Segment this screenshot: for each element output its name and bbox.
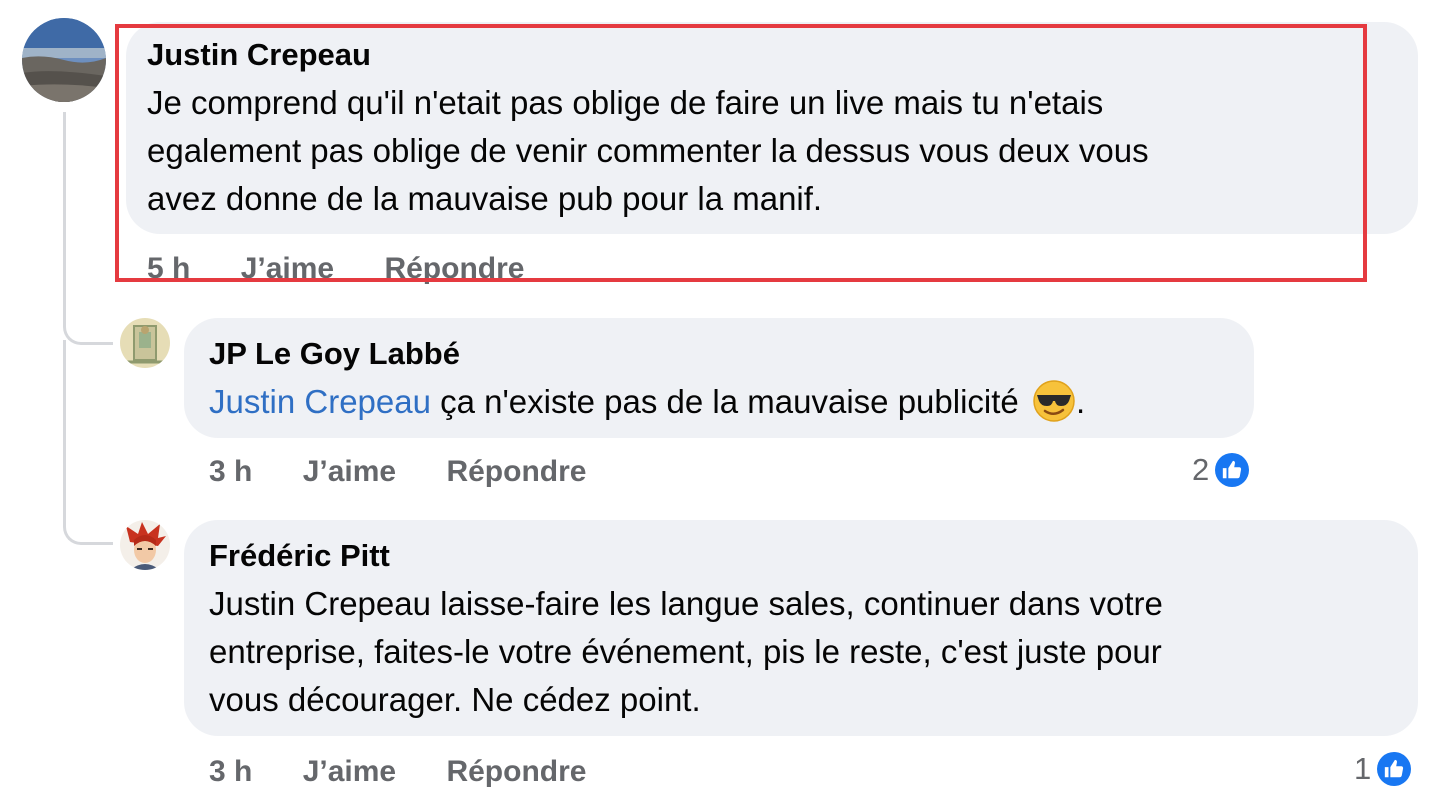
comment-timestamp[interactable]: 5 h [147, 252, 190, 285]
comment-text: Justin Crepeau ça n'existe pas de la mau… [209, 378, 1085, 426]
reaction-count: 2 [1192, 452, 1210, 487]
comment-meta: 5 h J’aime Répondre [147, 251, 524, 287]
reaction-summary[interactable]: 1 [1354, 751, 1412, 787]
thumbs-up-icon [1377, 752, 1412, 786]
comment-text-line: Justin Crepeau laisse-faire les langue s… [209, 585, 1163, 622]
thumbs-up-icon [1215, 453, 1250, 487]
avatar-landscape-photo [22, 18, 106, 102]
comment-author[interactable]: JP Le Goy Labbé [209, 336, 460, 372]
avatar[interactable] [120, 520, 170, 570]
mention-link[interactable]: Justin Crepeau [209, 383, 431, 420]
comment-text-line: Justin Crepeau ça n'existe pas de la mau… [209, 378, 1085, 426]
comment-meta: 3 h J’aime Répondre [209, 454, 586, 490]
thread-connector-branch [63, 340, 113, 545]
comment-text-line: avez donne de la mauvaise pub pour la ma… [147, 180, 823, 217]
comment-meta: 3 h J’aime Répondre [209, 754, 586, 790]
avatar-illustration [120, 318, 170, 368]
comment-text-line: vous décourager. Ne cédez point. [209, 681, 701, 718]
avatar[interactable] [120, 318, 170, 368]
comment-text-line: entreprise, faites-le votre événement, p… [209, 633, 1162, 670]
avatar-character-illustration [120, 520, 170, 570]
comment-text: Je comprend qu'il n'etait pas oblige de … [147, 79, 1149, 223]
comment-timestamp[interactable]: 3 h [209, 755, 252, 788]
comment-text-line: Je comprend qu'il n'etait pas oblige de … [147, 84, 1104, 121]
comment-author[interactable]: Justin Crepeau [147, 37, 371, 73]
reply-button[interactable]: Répondre [446, 755, 586, 788]
thread-connector-line [63, 112, 66, 312]
reply-button[interactable]: Répondre [446, 455, 586, 488]
comment-thread: Justin Crepeau Je comprend qu'il n'etait… [0, 0, 1440, 810]
comment-text-line: egalement pas oblige de venir commenter … [147, 132, 1149, 169]
comment-text: Justin Crepeau laisse-faire les langue s… [209, 580, 1163, 724]
like-button[interactable]: J’aime [303, 755, 396, 788]
comment-text-fragment: . [1075, 383, 1086, 420]
comment-author[interactable]: Frédéric Pitt [209, 538, 390, 574]
comment-text-fragment: ça n'existe pas de la mauvaise publicité [430, 383, 1028, 420]
comment-timestamp[interactable]: 3 h [209, 455, 252, 488]
reaction-summary[interactable]: 2 [1192, 452, 1250, 488]
like-button[interactable]: J’aime [303, 455, 396, 488]
like-button[interactable]: J’aime [241, 252, 334, 285]
smiling-face-with-sunglasses-icon [1032, 379, 1076, 423]
avatar[interactable] [22, 18, 106, 102]
reaction-count: 1 [1354, 751, 1372, 786]
thread-connector-branch [63, 300, 113, 345]
reply-button[interactable]: Répondre [384, 252, 524, 285]
